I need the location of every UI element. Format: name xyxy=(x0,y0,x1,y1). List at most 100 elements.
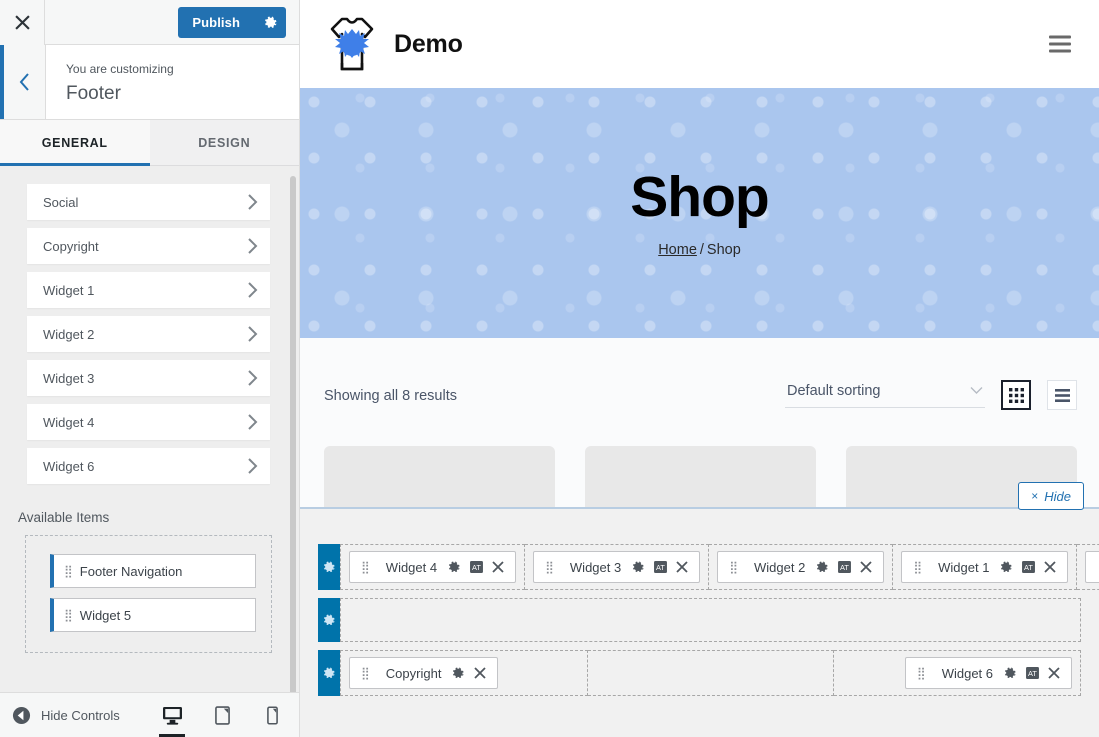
device-desktop-button[interactable] xyxy=(157,693,187,737)
gear-icon[interactable] xyxy=(816,561,829,574)
list-view-button[interactable] xyxy=(1047,380,1077,410)
svg-text:AT: AT xyxy=(1028,669,1037,678)
widget-row-cells: ⣿ Widget 4 AT ⣿ Widget 3 AT ⣿ Widget 2 A… xyxy=(340,544,1099,590)
drag-handle-icon[interactable]: ⣿ xyxy=(545,561,554,573)
close-customizer-button[interactable] xyxy=(0,0,45,45)
close-icon[interactable] xyxy=(492,561,504,573)
text-widget-icon[interactable]: AT xyxy=(838,561,852,573)
widget-chip[interactable]: ⣿ Widget 2 AT xyxy=(717,551,885,583)
list-view-icon xyxy=(1054,388,1070,402)
site-brand[interactable]: Demo xyxy=(324,13,463,75)
widget-chip[interactable]: ⣿ Widget 1 AT xyxy=(901,551,1069,583)
chevron-right-icon xyxy=(247,282,258,298)
drag-handle-icon[interactable]: ⣿ xyxy=(917,667,926,679)
sidebar-item-social[interactable]: Social xyxy=(27,184,270,220)
tshirt-splat-logo-icon xyxy=(324,13,380,75)
widget-chip[interactable]: ⣿ Copyright xyxy=(349,657,499,689)
widget-row: ⣿ Copyright ⣿ Widget 6 AT xyxy=(318,650,1082,696)
available-item-footer-navigation[interactable]: ⣿ Footer Navigation xyxy=(50,554,256,588)
svg-text:AT: AT xyxy=(840,563,849,572)
widget-cell[interactable]: ⣿ Widget 4 AT xyxy=(340,544,526,590)
gear-icon xyxy=(323,667,335,678)
grid-view-button[interactable] xyxy=(1001,380,1031,410)
sidebar-item-widget-2[interactable]: Widget 2 xyxy=(27,316,270,352)
gear-icon[interactable] xyxy=(448,561,461,574)
widget-cell[interactable]: ⣿ Copyright xyxy=(340,650,588,696)
widget-chip[interactable]: ⣿ Widget 3 AT xyxy=(533,551,701,583)
available-item-widget-5[interactable]: ⣿ Widget 5 xyxy=(50,598,256,632)
gear-icon[interactable] xyxy=(452,667,465,680)
widget-cell[interactable]: ⣿ Widget 6 AT xyxy=(834,650,1082,696)
row-settings-button[interactable] xyxy=(318,544,340,590)
widget-cell[interactable] xyxy=(587,650,835,696)
widget-cell[interactable]: ⣿ Social xyxy=(1077,544,1099,590)
page-hero: Shop Home / Shop xyxy=(300,88,1099,338)
sidebar-item-widget-1[interactable]: Widget 1 xyxy=(27,272,270,308)
drag-handle-icon[interactable]: ⣿ xyxy=(64,565,73,577)
sidebar-item-widget-6[interactable]: Widget 6 xyxy=(27,448,270,484)
chevron-right-icon xyxy=(247,458,258,474)
widget-chip-label: Widget 4 xyxy=(385,559,438,575)
tab-general[interactable]: GENERAL xyxy=(0,120,150,166)
hide-controls-button[interactable]: Hide Controls xyxy=(0,706,120,725)
drag-handle-icon[interactable]: ⣿ xyxy=(729,561,738,573)
sidebar-item-label: Widget 6 xyxy=(43,458,95,474)
publish-settings-button[interactable] xyxy=(254,7,286,38)
widget-chip[interactable]: ⣿ Social xyxy=(1085,551,1099,583)
panel-scrollbar[interactable] xyxy=(290,176,296,692)
text-widget-icon[interactable]: AT xyxy=(1022,561,1036,573)
grid-view-icon xyxy=(1008,387,1024,403)
sidebar-item-label: Widget 1 xyxy=(43,282,95,298)
device-preview-switcher xyxy=(157,693,287,737)
widget-cell[interactable]: ⣿ Widget 1 AT xyxy=(893,544,1078,590)
hide-controls-label: Hide Controls xyxy=(41,707,120,723)
panel-header-text: You are customizing Footer xyxy=(46,45,299,119)
text-widget-icon[interactable]: AT xyxy=(654,561,668,573)
customizer-footer: Hide Controls xyxy=(0,692,299,737)
widget-cell[interactable]: ⣿ Widget 2 AT xyxy=(709,544,894,590)
widget-chip[interactable]: ⣿ Widget 4 AT xyxy=(349,551,517,583)
publish-group: Publish xyxy=(178,7,286,38)
device-tablet-button[interactable] xyxy=(207,693,237,737)
customizer-panel-header: You are customizing Footer xyxy=(0,45,299,120)
widget-chip[interactable]: ⣿ Widget 6 AT xyxy=(904,657,1073,689)
sort-select[interactable]: Default sorting xyxy=(785,383,985,408)
sidebar-item-widget-3[interactable]: Widget 3 xyxy=(27,360,270,396)
row-settings-button[interactable] xyxy=(318,598,340,642)
close-icon[interactable] xyxy=(474,667,487,679)
hide-overlay-button[interactable]: × Hide xyxy=(1018,482,1084,510)
gear-icon xyxy=(264,16,276,28)
gear-icon[interactable] xyxy=(1004,667,1017,680)
gear-icon[interactable] xyxy=(632,561,645,574)
tablet-icon xyxy=(214,706,230,725)
row-settings-button[interactable] xyxy=(318,650,340,696)
drag-handle-icon[interactable]: ⣿ xyxy=(64,609,73,621)
available-items-title: Available Items xyxy=(18,510,110,525)
close-icon[interactable] xyxy=(676,561,688,573)
drag-handle-icon[interactable]: ⣿ xyxy=(361,667,370,679)
gear-icon xyxy=(323,614,335,625)
widget-row xyxy=(318,598,1081,642)
hamburger-menu-icon[interactable] xyxy=(1049,35,1071,53)
available-items-dropzone[interactable]: ⣿ Footer Navigation ⣿ Widget 5 xyxy=(25,535,272,653)
breadcrumb-home-link[interactable]: Home xyxy=(658,242,697,258)
svg-text:AT: AT xyxy=(472,563,481,572)
publish-button[interactable]: Publish xyxy=(178,7,254,38)
text-widget-icon[interactable]: AT xyxy=(470,561,484,573)
back-button[interactable] xyxy=(0,45,46,119)
site-header: Demo xyxy=(300,0,1099,88)
close-icon[interactable] xyxy=(1044,561,1057,573)
drag-handle-icon[interactable]: ⣿ xyxy=(361,561,370,573)
gear-icon[interactable] xyxy=(1000,561,1013,574)
tab-design[interactable]: DESIGN xyxy=(150,120,300,165)
widget-cell[interactable]: ⣿ Widget 3 AT xyxy=(525,544,710,590)
sidebar-item-widget-4[interactable]: Widget 4 xyxy=(27,404,270,440)
breadcrumb-separator: / xyxy=(699,241,704,258)
widget-cell[interactable] xyxy=(340,598,1081,642)
text-widget-icon[interactable]: AT xyxy=(1026,667,1039,679)
close-icon[interactable] xyxy=(860,561,872,573)
device-mobile-button[interactable] xyxy=(257,693,287,737)
sidebar-item-copyright[interactable]: Copyright xyxy=(27,228,270,264)
drag-handle-icon[interactable]: ⣿ xyxy=(913,561,922,573)
close-icon[interactable] xyxy=(1048,667,1060,679)
